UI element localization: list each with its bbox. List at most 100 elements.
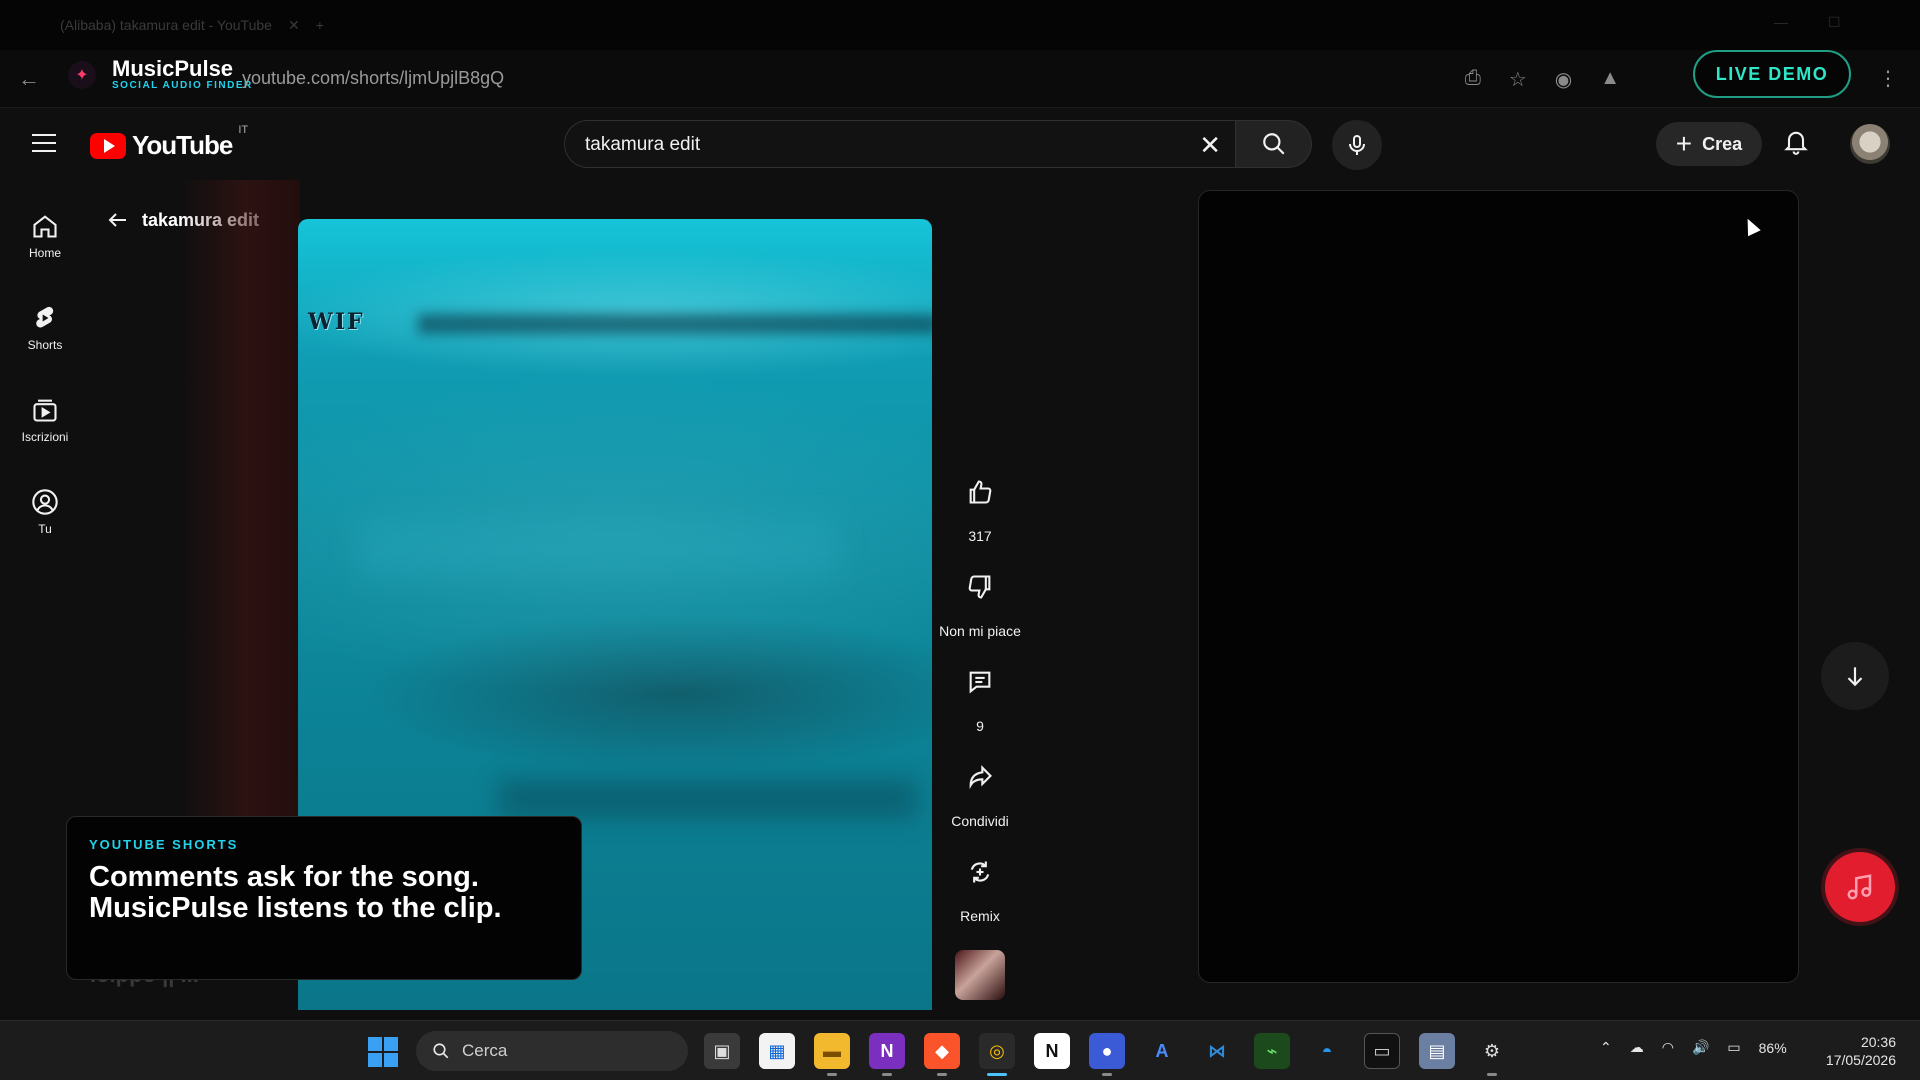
- create-button[interactable]: + Crea: [1656, 122, 1762, 166]
- battery-percent: 86%: [1758, 1039, 1787, 1056]
- store-icon[interactable]: ▦: [759, 1033, 795, 1069]
- chrome-icon[interactable]: ◎: [979, 1033, 1015, 1076]
- terminal-app-icon[interactable]: ⌁: [1254, 1033, 1290, 1069]
- video-motion-blur: [498, 779, 918, 819]
- musicpulse-identify-button[interactable]: [1825, 852, 1895, 922]
- command-prompt-icon[interactable]: ▭: [1364, 1033, 1400, 1069]
- search-icon: [433, 1043, 449, 1059]
- plus-icon: +: [1675, 128, 1693, 159]
- sound-thumbnail[interactable]: [955, 950, 1005, 1000]
- comment-count: 9: [976, 718, 984, 734]
- search-input[interactable]: takamura edit ✕: [564, 120, 1236, 168]
- onedrive-icon[interactable]: ☁: [1630, 1039, 1644, 1056]
- browser-menu-icon[interactable]: ⋮: [1878, 66, 1898, 91]
- browser-back-icon[interactable]: ←: [18, 66, 40, 92]
- clock-time: 20:36: [1860, 1034, 1896, 1050]
- subscriptions-icon: [33, 399, 57, 422]
- notifications-bell-icon[interactable]: [1782, 126, 1810, 161]
- share-label: Condividi: [951, 813, 1009, 829]
- new-tab-icon[interactable]: +: [316, 17, 324, 33]
- arrow-left-icon: [108, 213, 126, 227]
- ambient-glow: [180, 180, 300, 820]
- shorts-action-rail: 317 Non mi piace 9 Condividi Remix: [939, 464, 1021, 939]
- youtube-logo[interactable]: YouTube IT: [90, 124, 248, 161]
- clear-search-icon[interactable]: ✕: [1199, 130, 1221, 161]
- sidebar-item-home[interactable]: Home: [0, 190, 90, 282]
- bookmark-star-icon[interactable]: ☆: [1509, 67, 1527, 92]
- file-explorer-icon[interactable]: ▬: [814, 1033, 850, 1076]
- wifi-icon[interactable]: ◠: [1662, 1039, 1674, 1056]
- promo-eyebrow: YOUTUBE SHORTS: [89, 837, 239, 852]
- arrow-down-icon: [1847, 667, 1863, 687]
- remix-icon: [970, 861, 990, 883]
- chevron-up-icon[interactable]: ⌃: [1600, 1039, 1612, 1056]
- tab-close-icon[interactable]: ✕: [288, 17, 300, 34]
- calculator-icon[interactable]: ▤: [1419, 1033, 1455, 1069]
- music-note-icon: [1847, 874, 1872, 900]
- musicpulse-logo-icon: ✦: [68, 61, 96, 89]
- share-icon: [969, 765, 992, 790]
- video-overlay-text: WIF: [308, 309, 365, 335]
- azure-data-studio-icon[interactable]: A: [1144, 1033, 1180, 1069]
- search-button[interactable]: [1236, 120, 1312, 168]
- brave-icon[interactable]: ◆: [924, 1033, 960, 1076]
- browser-tab[interactable]: (Alibaba) takamura edit - YouTube ✕ +: [60, 10, 324, 40]
- shorts-icon: [36, 306, 54, 328]
- vscode-icon[interactable]: ⋈: [1199, 1033, 1235, 1069]
- remix-label: Remix: [960, 908, 1000, 924]
- video-motion-blur: [418, 314, 932, 334]
- taskbar-search[interactable]: Cerca: [416, 1031, 688, 1071]
- browser-tab-strip: (Alibaba) takamura edit - YouTube ✕ + — …: [0, 0, 1920, 50]
- comments-button[interactable]: [952, 654, 1008, 710]
- tab-title: (Alibaba) takamura edit - YouTube: [60, 17, 272, 33]
- youtube-mini-sidebar: Home Shorts Iscrizioni Tu: [0, 190, 90, 558]
- sidebar-item-label: Shorts: [27, 338, 63, 352]
- promo-headline: Comments ask for the song. MusicPulse li…: [89, 861, 502, 924]
- share-button[interactable]: [952, 749, 1008, 805]
- musicpulse-brand: ✦ MusicPulse SOCIAL AUDIO FINDER: [68, 58, 253, 92]
- comments-action: 9: [944, 654, 1016, 734]
- dislike-button[interactable]: [952, 559, 1008, 615]
- taskbar-search-label: Cerca: [462, 1041, 508, 1060]
- extension-icon[interactable]: ▲: [1600, 67, 1620, 92]
- url-field[interactable]: youtube.com/shorts/ljmUpjlB8gQ: [242, 68, 504, 89]
- volume-icon[interactable]: 🔊: [1692, 1039, 1709, 1056]
- like-action: 317: [944, 464, 1016, 544]
- you-icon: [32, 489, 58, 515]
- minimize-icon[interactable]: —: [1774, 14, 1788, 30]
- like-count: 317: [968, 528, 992, 544]
- battery-icon[interactable]: ▭: [1727, 1039, 1740, 1056]
- youtube-header: YouTube IT takamura edit ✕ + Crea: [0, 108, 1920, 178]
- voice-search-button[interactable]: [1332, 120, 1382, 170]
- thumbs-up-icon: [969, 480, 992, 504]
- maximize-icon[interactable]: ☐: [1828, 14, 1841, 31]
- extension-icon[interactable]: ◉: [1555, 67, 1572, 92]
- windows-start-icon[interactable]: [368, 1037, 398, 1067]
- docker-icon[interactable]: ◓: [1309, 1033, 1345, 1069]
- dislike-action: Non mi piace: [939, 559, 1021, 639]
- video-motion-blur: [358, 519, 838, 579]
- brand-tagline: SOCIAL AUDIO FINDER: [112, 80, 253, 91]
- messaging-app-icon[interactable]: ●: [1089, 1033, 1125, 1076]
- onenote-icon[interactable]: N: [869, 1033, 905, 1076]
- live-demo-badge: LIVE DEMO: [1693, 50, 1851, 98]
- sidebar-item-shorts[interactable]: Shorts: [0, 282, 90, 374]
- windows-taskbar: Cerca ▣ ▦ ▬ N ◆ ◎ N ● A ⋈ ⌁ ◓ ▭ ▤ ⚙ ⌃ ☁ …: [0, 1020, 1920, 1080]
- sidebar-item-you[interactable]: Tu: [0, 466, 90, 558]
- remix-button[interactable]: [952, 844, 1008, 900]
- next-video-button[interactable]: [1821, 642, 1889, 710]
- taskbar-clock[interactable]: 20:36 17/05/2026: [1810, 1033, 1896, 1069]
- search-query: takamura edit: [585, 134, 701, 155]
- sidebar-item-subscriptions[interactable]: Iscrizioni: [0, 374, 90, 466]
- country-code: IT: [238, 124, 249, 136]
- settings-app-icon[interactable]: ⚙: [1474, 1033, 1510, 1076]
- sidebar-item-label: Home: [28, 246, 61, 260]
- sidebar-item-label: Iscrizioni: [21, 430, 69, 444]
- remix-action: Remix: [944, 844, 1016, 924]
- like-button[interactable]: [952, 464, 1008, 520]
- account-avatar[interactable]: [1850, 124, 1890, 164]
- task-view-icon[interactable]: ▣: [704, 1033, 740, 1069]
- notion-icon[interactable]: N: [1034, 1033, 1070, 1069]
- install-app-icon[interactable]: ⎙: [1465, 67, 1481, 92]
- hamburger-menu-icon[interactable]: [32, 134, 56, 158]
